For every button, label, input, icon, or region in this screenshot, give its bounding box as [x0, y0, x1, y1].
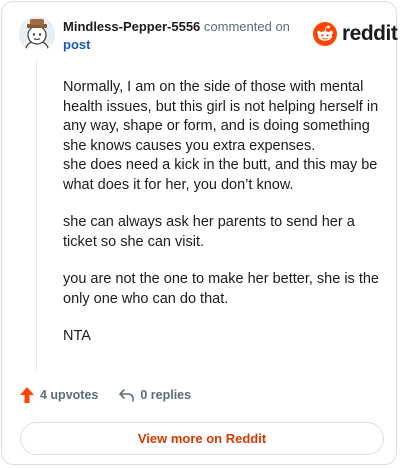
thread-line — [36, 60, 37, 370]
action-text: commented on — [203, 19, 290, 34]
upvote-button[interactable]: 4 upvotes — [19, 386, 98, 404]
comment-paragraph: NTA — [63, 328, 91, 344]
reddit-logo-icon — [313, 22, 337, 46]
comment-paragraph: you are not the one to make her better, … — [63, 271, 379, 307]
brand-name: reddit — [342, 22, 398, 45]
comment-paragraph: she can always ask her parents to send h… — [63, 214, 355, 250]
username[interactable]: Mindless-Pepper-5556 — [63, 19, 200, 34]
reply-count: 0 replies — [140, 388, 192, 402]
reddit-brand[interactable]: reddit — [313, 22, 398, 46]
upvote-count: 4 upvotes — [40, 388, 99, 402]
replies-button[interactable]: 0 replies — [118, 388, 191, 402]
comment-footer: 4 upvotes 0 replies — [19, 386, 191, 404]
avatar[interactable] — [19, 16, 55, 52]
comment-paragraph: she does need a kick in the butt, and th… — [63, 157, 378, 193]
embedded-comment-card: Mindless-Pepper-5556 commented on post r… — [1, 1, 398, 465]
comment-body: Normally, I am on the side of those with… — [63, 78, 379, 365]
avatar-icon — [25, 19, 49, 52]
post-link[interactable]: post — [63, 37, 90, 52]
comment-header: Mindless-Pepper-5556 commented on post — [63, 18, 313, 54]
comment-paragraph: Normally, I am on the side of those with… — [63, 79, 379, 154]
reply-arrow-icon — [119, 389, 135, 402]
view-more-button[interactable]: View more on Reddit — [20, 422, 384, 455]
upvote-arrow-icon — [20, 387, 34, 403]
